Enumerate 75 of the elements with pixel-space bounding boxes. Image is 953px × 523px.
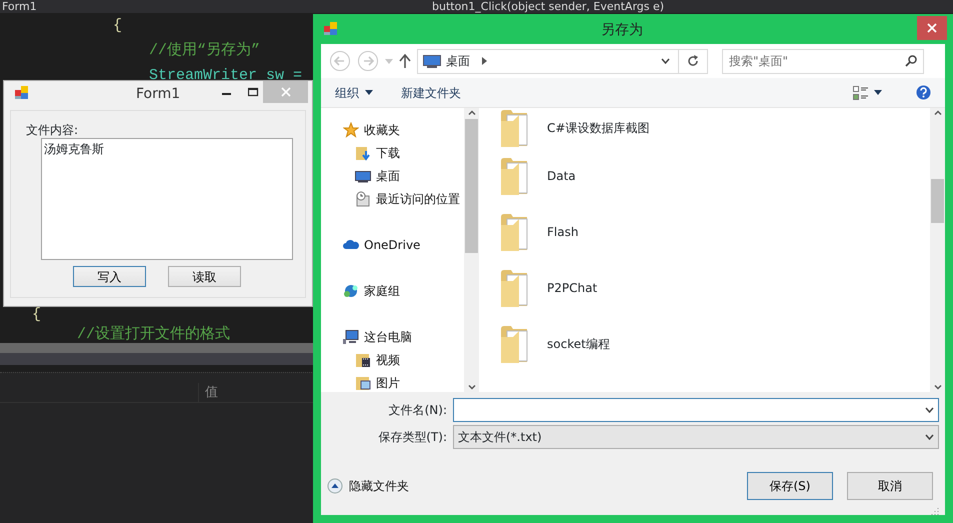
nav-item[interactable]: 图片 — [321, 371, 464, 394]
nav-item[interactable]: 视频 — [321, 348, 464, 371]
scrollbar-thumb[interactable] — [931, 179, 944, 223]
scrollbar-thumb[interactable] — [465, 119, 478, 253]
field-label: 文件内容: — [26, 122, 78, 139]
scroll-up-icon[interactable] — [468, 110, 476, 115]
file-name-field[interactable] — [453, 398, 939, 422]
dropdown-chevron-icon — [925, 407, 934, 413]
scroll-up-icon[interactable] — [934, 110, 942, 115]
file-item[interactable]: P2PChat — [499, 260, 930, 316]
file-item[interactable]: socket编程 — [499, 316, 930, 372]
app-icon — [14, 85, 30, 101]
form-button[interactable]: 读取 — [168, 266, 241, 287]
toolbar-button[interactable]: 新建文件夹 — [401, 84, 461, 102]
column-header: 值 — [198, 383, 218, 402]
select-value: 文本文件(*.txt) — [458, 429, 542, 446]
up-arrow-icon[interactable] — [399, 54, 411, 68]
nav-item[interactable]: 最近访问的位置 — [321, 187, 464, 210]
back-icon — [329, 50, 351, 72]
close-icon — [927, 23, 937, 33]
code-line: //设置打开文件的格式 — [76, 326, 230, 343]
window-title: 另存为 — [601, 21, 643, 40]
close-button[interactable] — [917, 16, 947, 40]
file-item[interactable]: C#课设数据库截图 — [499, 108, 930, 148]
forward-icon — [357, 50, 379, 72]
chevron-icon — [482, 57, 487, 66]
search-field[interactable]: 搜索"桌面" — [722, 48, 924, 74]
scrollbar[interactable] — [464, 108, 479, 392]
nav-item[interactable]: OneDrive — [321, 233, 464, 256]
nav-item[interactable]: 桌面 — [321, 164, 464, 187]
view-icon — [853, 86, 868, 100]
scrollbar[interactable] — [930, 108, 945, 392]
field-label: 文件名(N): — [388, 402, 447, 419]
address-bar[interactable]: 桌面 — [417, 48, 708, 74]
maximize-icon — [248, 87, 258, 97]
resize-grip-icon — [931, 507, 939, 515]
computer-icon — [343, 328, 359, 344]
dialog-button[interactable]: 取消 — [847, 472, 933, 500]
scroll-down-icon[interactable] — [934, 385, 942, 390]
refresh-icon[interactable] — [687, 55, 699, 68]
code-line: //使用“另存为” — [148, 42, 260, 59]
search-placeholder: 搜索"桌面" — [729, 53, 788, 70]
toolbar-button[interactable]: 组织 — [335, 84, 373, 102]
network-icon — [343, 282, 359, 298]
code-line: StreamWriter sw = — [148, 67, 302, 84]
dialog-button[interactable]: 保存(S) — [747, 472, 833, 500]
nav-item[interactable]: 收藏夹 — [321, 118, 464, 141]
address-text: 桌面 — [446, 53, 470, 70]
code-line: { — [112, 17, 122, 34]
field-label: 保存类型(T): — [377, 429, 447, 446]
file-item[interactable]: Flash — [499, 204, 930, 260]
text-area[interactable]: 汤姆克鲁斯 — [41, 138, 293, 260]
close-icon — [280, 87, 290, 97]
file-type-select[interactable]: 文本文件(*.txt) — [453, 425, 939, 449]
search-icon — [905, 55, 917, 68]
monitor-icon — [423, 54, 441, 68]
dropdown-chevron-icon — [661, 58, 670, 64]
nav-item[interactable]: 家庭组 — [321, 279, 464, 302]
hide-folders-button[interactable]: 隐藏文件夹 — [327, 477, 409, 495]
window-title: Form1 — [136, 85, 180, 104]
nav-item[interactable]: 下载 — [321, 141, 464, 164]
help-icon[interactable] — [916, 85, 931, 100]
star-icon — [343, 122, 359, 138]
member-dropdown[interactable]: button1_Click(object sender, EventArgs e) — [432, 0, 664, 13]
code-line: { — [31, 306, 42, 323]
form-button[interactable]: 写入 — [73, 266, 146, 287]
caret-icon — [874, 90, 882, 96]
file-item[interactable]: Data — [499, 148, 930, 204]
collapse-icon — [327, 478, 343, 494]
view-button[interactable] — [853, 86, 882, 100]
nav-item[interactable]: 这台电脑 — [321, 325, 464, 348]
editor-tab[interactable]: Form1 — [2, 0, 37, 13]
dropdown-chevron-icon — [925, 434, 934, 440]
scroll-down-icon[interactable] — [468, 385, 476, 390]
app-icon — [323, 21, 339, 37]
